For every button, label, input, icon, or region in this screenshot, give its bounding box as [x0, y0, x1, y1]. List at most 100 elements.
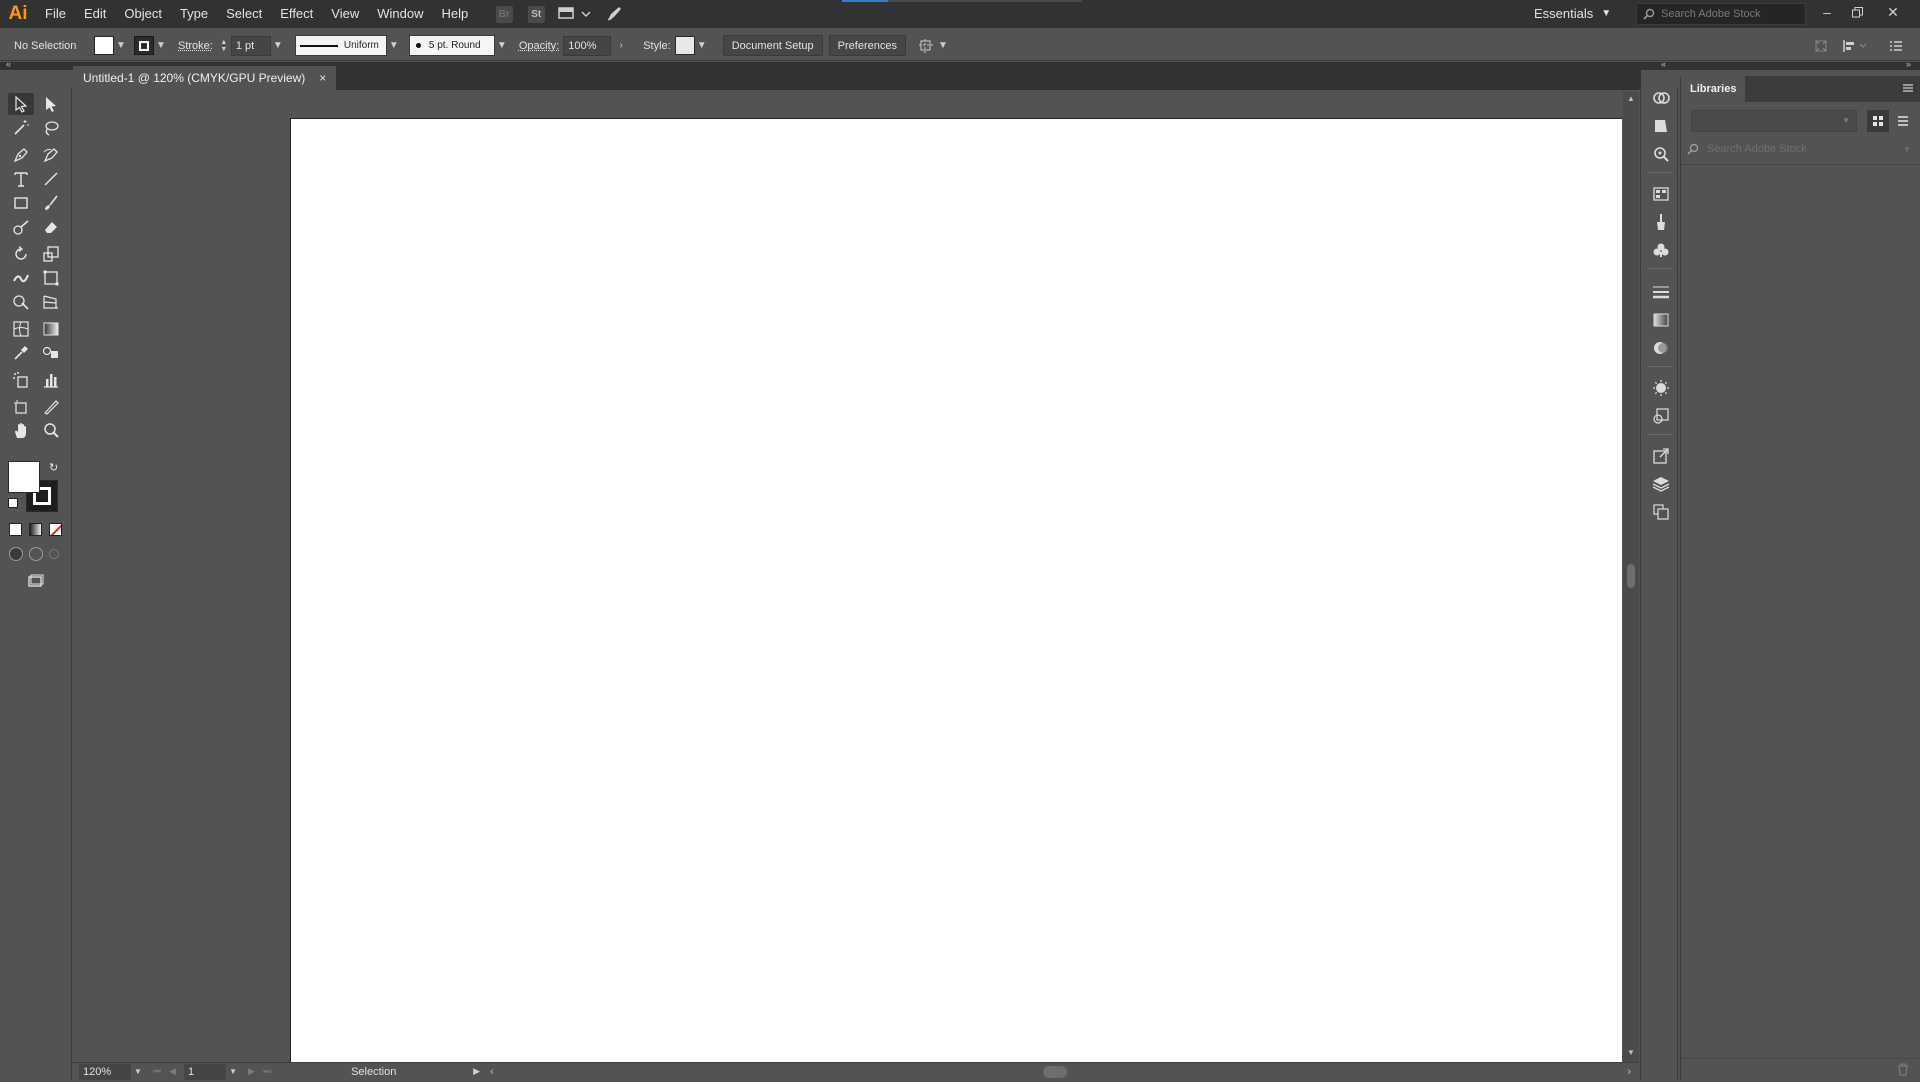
opacity-label[interactable]: Opacity:	[519, 40, 559, 52]
stroke-dropdown[interactable]: ▼	[154, 36, 168, 56]
close-icon[interactable]: ×	[319, 71, 326, 85]
hand-tool[interactable]	[8, 420, 34, 442]
stroke-swatch[interactable]	[134, 36, 154, 55]
current-tool-status[interactable]: Selection	[351, 1066, 471, 1078]
dock-properties[interactable]	[1651, 116, 1671, 136]
blend-tool[interactable]	[38, 342, 64, 364]
dock-appearance[interactable]	[1651, 378, 1671, 398]
eraser-tool[interactable]	[38, 216, 64, 238]
menu-edit[interactable]: Edit	[75, 0, 115, 28]
status-menu-arrow-icon[interactable]: ▶	[473, 1066, 480, 1077]
menu-select[interactable]: Select	[217, 0, 271, 28]
bridge-button[interactable]: Br	[491, 3, 517, 25]
chevron-down-icon[interactable]: ▼	[1903, 145, 1911, 154]
free-transform-tool[interactable]	[38, 267, 64, 289]
workspace-switcher[interactable]: Essentials ▼	[1534, 0, 1611, 28]
menu-effect[interactable]: Effect	[271, 0, 322, 28]
last-artboard-icon[interactable]: ⏭	[263, 1066, 271, 1077]
graphic-style-swatch[interactable]	[675, 36, 695, 55]
gradient-mode-button[interactable]	[29, 523, 42, 536]
direct-selection-tool[interactable]	[38, 93, 64, 115]
arrange-button[interactable]	[916, 36, 936, 56]
arrange-documents-button[interactable]	[555, 3, 595, 25]
first-artboard-icon[interactable]: ⏮	[153, 1066, 161, 1077]
type-tool[interactable]	[8, 168, 34, 190]
pen-tool[interactable]	[8, 144, 34, 166]
curvature-tool[interactable]	[38, 144, 64, 166]
draw-behind-button[interactable]	[29, 547, 43, 561]
isolate-button[interactable]	[1814, 36, 1828, 56]
artboard-tool[interactable]	[8, 396, 34, 418]
menu-help[interactable]: Help	[432, 0, 477, 28]
libraries-tab[interactable]: Libraries	[1681, 76, 1745, 102]
align-button[interactable]	[1840, 36, 1870, 56]
draw-inside-button[interactable]	[49, 549, 59, 559]
scroll-down-icon[interactable]: ▼	[1627, 1048, 1635, 1057]
variable-width-profile[interactable]: Uniform	[295, 35, 387, 56]
perspective-grid-tool[interactable]	[38, 291, 64, 313]
fill-swatch[interactable]	[94, 36, 114, 55]
zoom-level-field[interactable]: 120%	[79, 1064, 131, 1080]
document-setup-button[interactable]: Document Setup	[723, 35, 823, 56]
collapse-dock-icon[interactable]: «	[1661, 59, 1666, 69]
dock-export[interactable]	[1651, 446, 1671, 466]
trash-icon[interactable]	[1897, 1063, 1909, 1079]
opacity-slider-toggle[interactable]: ›	[611, 36, 631, 56]
menu-object[interactable]: Object	[115, 0, 171, 28]
menu-window[interactable]: Window	[368, 0, 432, 28]
screen-mode-button[interactable]	[22, 570, 48, 592]
symbol-sprayer-tool[interactable]	[8, 369, 34, 391]
fill-color-box-front[interactable]	[8, 461, 40, 493]
dock-learn[interactable]	[1651, 144, 1671, 164]
document-tab[interactable]: Untitled-1 @ 120% (CMYK/GPU Preview) ×	[73, 66, 336, 90]
eyedropper-tool[interactable]	[8, 342, 34, 364]
libraries-search-box[interactable]: ▼	[1687, 138, 1915, 160]
horizontal-scroll-thumb[interactable]	[1043, 1066, 1067, 1078]
artboard[interactable]	[290, 118, 1622, 1064]
library-select[interactable]: ▼	[1691, 110, 1857, 132]
stroke-weight-dropdown[interactable]: ▼	[271, 36, 285, 56]
paintbrush-tool[interactable]	[38, 192, 64, 214]
rectangle-tool[interactable]	[8, 192, 34, 214]
next-artboard-icon[interactable]: ▶	[248, 1066, 255, 1077]
scroll-left-icon[interactable]: ‹	[490, 1066, 494, 1078]
vertical-scrollbar[interactable]: ▲ ▼	[1623, 92, 1639, 1062]
collapse-right-icon[interactable]: »	[1906, 59, 1911, 69]
lasso-tool[interactable]	[38, 117, 64, 139]
zoom-tool[interactable]	[38, 420, 64, 442]
canvas-area[interactable]	[73, 92, 1623, 1062]
scale-tool[interactable]	[38, 243, 64, 265]
collapse-left-icon[interactable]: «	[6, 59, 11, 69]
fill-dropdown[interactable]: ▼	[114, 36, 128, 56]
color-mode-button[interactable]	[9, 523, 22, 536]
line-segment-tool[interactable]	[38, 168, 64, 190]
slice-tool[interactable]	[38, 396, 64, 418]
arrange-dropdown[interactable]: ▼	[936, 36, 950, 56]
control-panel-menu-button[interactable]	[1886, 36, 1906, 56]
menu-view[interactable]: View	[322, 0, 368, 28]
libraries-search-input[interactable]	[1707, 143, 1897, 155]
stock-button[interactable]: St	[523, 3, 549, 25]
minimize-button[interactable]: –	[1812, 0, 1842, 24]
mesh-tool[interactable]	[8, 318, 34, 340]
previous-artboard-icon[interactable]: ◀	[169, 1066, 176, 1077]
menu-type[interactable]: Type	[171, 0, 217, 28]
stock-search-input[interactable]	[1661, 8, 1801, 20]
dock-brushes[interactable]	[1651, 212, 1671, 232]
scroll-right-icon[interactable]: ›	[1627, 1066, 1631, 1078]
artboard-dropdown[interactable]: ▼	[226, 1062, 240, 1082]
restore-button[interactable]	[1842, 0, 1872, 24]
magic-wand-tool[interactable]	[8, 117, 34, 139]
stroke-weight-stepper[interactable]: ▲ ▼	[217, 36, 231, 56]
column-graph-tool[interactable]	[38, 369, 64, 391]
scroll-up-icon[interactable]: ▲	[1627, 94, 1635, 103]
shape-builder-tool[interactable]	[8, 291, 34, 313]
dock-cc-libraries[interactable]	[1651, 88, 1671, 108]
zoom-dropdown[interactable]: ▼	[131, 1062, 145, 1082]
artboard-number-field[interactable]: 1	[184, 1064, 226, 1080]
dock-gradient[interactable]	[1651, 310, 1671, 330]
dock-stroke[interactable]	[1651, 282, 1671, 302]
selection-tool[interactable]	[8, 93, 34, 115]
vertical-scroll-thumb[interactable]	[1627, 564, 1635, 588]
dock-artboards[interactable]	[1651, 502, 1671, 522]
